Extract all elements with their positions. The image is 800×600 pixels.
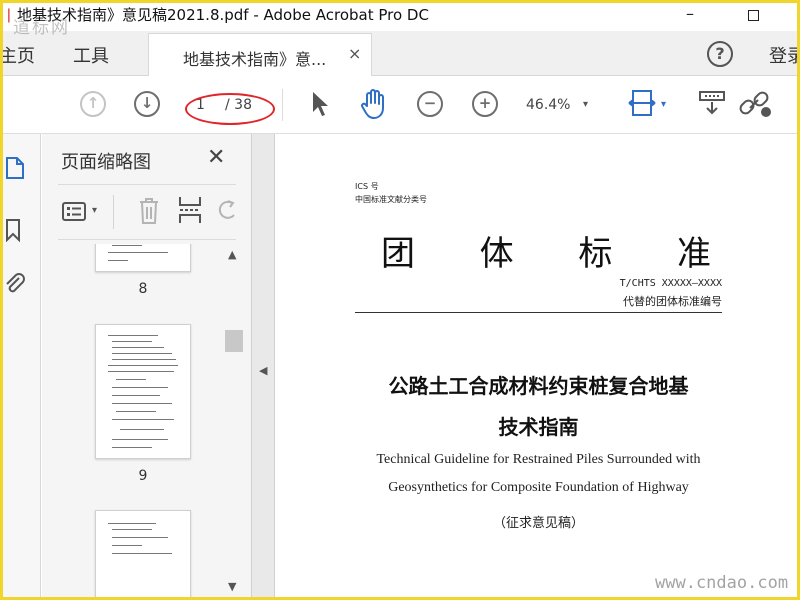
toolbar: ↑ ↓ 1 / 38 − + 46.4% ▾ ▾ [3, 77, 797, 134]
thumb-text-line [116, 379, 146, 380]
doc-title-cn-line2: 技术指南 [498, 415, 579, 439]
thumb-text-line [120, 429, 164, 430]
thumb-text-line [108, 252, 168, 253]
thumb-text-line [108, 523, 156, 524]
doc-title-en: Technical Guideline for Restrained Piles… [376, 452, 701, 467]
scroll-down-icon[interactable]: ▼ [228, 580, 236, 593]
doc-classification: 中国标准文献分类号 [355, 195, 427, 204]
help-icon[interactable]: ? [707, 41, 733, 67]
minimize-button[interactable]: – [667, 3, 713, 29]
thumbnails-list: 8 9 [42, 244, 251, 597]
previous-page-button[interactable]: ↑ [80, 91, 106, 117]
doc-heading-char: 体 [479, 234, 514, 274]
page-thumbnail[interactable] [95, 324, 191, 459]
zoom-level-field[interactable]: 46.4% [526, 97, 570, 113]
zoom-out-button[interactable]: − [417, 91, 443, 117]
page-thumbnail[interactable] [95, 510, 191, 597]
thumb-text-line [112, 347, 164, 348]
rotate-icon[interactable] [218, 199, 238, 223]
document-page: ICS 号 中国标准文献分类号 团 体 标 准 T/CHTS XXXXX—XXX… [275, 134, 797, 597]
trash-icon[interactable] [138, 197, 160, 225]
doc-title-cn: 公路土工合成材料约束桩复合地基 [388, 374, 689, 398]
scroll-up-icon[interactable]: ▲ [228, 248, 236, 261]
watermark-top: 道标网 [13, 18, 70, 38]
tab-tools[interactable]: 工具 [73, 42, 109, 68]
panel-toolbar: ▾ [58, 184, 236, 240]
thumb-text-line [112, 403, 172, 404]
thumb-text-line [112, 447, 152, 448]
page-thumbnail[interactable] [95, 244, 191, 272]
app-window: ❘ 地基技术指南》意见稿2021.8.pdf - Adobe Acrobat P… [3, 3, 797, 597]
doc-title-en-line2: Geosynthetics for Composite Foundation o… [388, 480, 689, 495]
thumb-text-line [112, 419, 174, 420]
scrollbar-thumb[interactable] [225, 330, 243, 352]
thumb-text-line [108, 335, 158, 336]
thumb-text-line [108, 365, 178, 366]
next-page-button[interactable]: ↓ [134, 91, 160, 117]
scan-tool-icon[interactable] [697, 89, 727, 117]
zoom-in-button[interactable]: + [472, 91, 498, 117]
thumbnail-label: 8 [138, 281, 148, 297]
hand-tool-icon[interactable] [359, 88, 389, 120]
tab-document[interactable]: 地基技术指南》意... × [148, 33, 372, 76]
thumb-text-line [112, 359, 176, 360]
thumb-text-line [112, 529, 152, 530]
close-tab-button[interactable]: × [348, 44, 361, 63]
document-tab-label: 地基技术指南》意... [183, 50, 327, 69]
doc-ics-number: ICS 号 [355, 182, 379, 191]
thumb-text-line [108, 260, 128, 261]
thumb-text-line [112, 553, 172, 554]
collapse-panel-icon[interactable]: ◀ [259, 364, 267, 377]
doc-heading-char: 准 [676, 234, 711, 274]
doc-draft-label: （征求意见稿） [492, 516, 584, 531]
panel-title: 页面缩略图 [61, 152, 151, 173]
zoom-dropdown-icon[interactable]: ▾ [583, 99, 588, 110]
thumbnails-scrollbar[interactable]: ▲ ▼ [223, 244, 245, 597]
panel-splitter[interactable]: ◀ [251, 134, 275, 597]
doc-divider [355, 312, 722, 313]
maximize-icon [747, 10, 759, 21]
doc-replaces: 代替的团体标准编号 [623, 295, 722, 308]
red-circle-annotation [185, 93, 275, 125]
maximize-button[interactable] [730, 3, 776, 29]
panel-close-button[interactable]: ✕ [207, 145, 225, 170]
insert-page-icon[interactable] [178, 195, 202, 225]
options-dropdown-icon[interactable]: ▾ [92, 205, 97, 216]
thumb-text-line [112, 341, 152, 342]
thumb-text-line [112, 387, 168, 388]
thumb-text-line [112, 353, 172, 354]
fit-page-icon[interactable] [627, 87, 657, 121]
login-button[interactable]: 登录 [769, 42, 797, 68]
page-thumbnails-icon[interactable] [3, 156, 27, 180]
window-title: 地基技术指南》意见稿2021.8.pdf - Adobe Acrobat Pro… [17, 6, 429, 24]
thumb-text-line [112, 545, 142, 546]
tab-bar: 主页 工具 地基技术指南》意... × ? 登录 [3, 31, 797, 76]
select-pointer-icon[interactable] [310, 90, 330, 118]
doc-heading-char: 团 [381, 234, 415, 274]
thumb-text-line [116, 411, 156, 412]
title-bar: ❘ 地基技术指南》意见稿2021.8.pdf - Adobe Acrobat P… [3, 3, 797, 31]
doc-standard-code: T/CHTS XXXXX—XXXX [619, 278, 722, 289]
thumb-text-line [112, 439, 168, 440]
thumb-text-line [112, 245, 142, 246]
watermark-bottom: www.cndao.com [655, 573, 789, 593]
thumbnails-panel: 页面缩略图 ✕ ▾ 8 9 ▲ ▼ [42, 134, 251, 597]
panel-divider [113, 195, 114, 229]
thumb-text-line [108, 371, 174, 372]
link-icon[interactable] [738, 90, 772, 118]
fit-dropdown-icon[interactable]: ▾ [661, 99, 666, 110]
bookmark-icon[interactable] [3, 218, 27, 242]
doc-standard-heading: 团 体 标 准 [381, 226, 711, 275]
options-menu-icon[interactable] [62, 201, 88, 223]
left-rail [3, 134, 41, 597]
thumb-text-line [112, 537, 168, 538]
thumb-text-line [112, 395, 160, 396]
doc-heading-char: 标 [578, 234, 613, 274]
toolbar-divider [282, 89, 283, 121]
attachment-icon[interactable] [3, 272, 27, 296]
thumbnail-label: 9 [138, 468, 148, 484]
tab-home[interactable]: 主页 [3, 42, 35, 68]
